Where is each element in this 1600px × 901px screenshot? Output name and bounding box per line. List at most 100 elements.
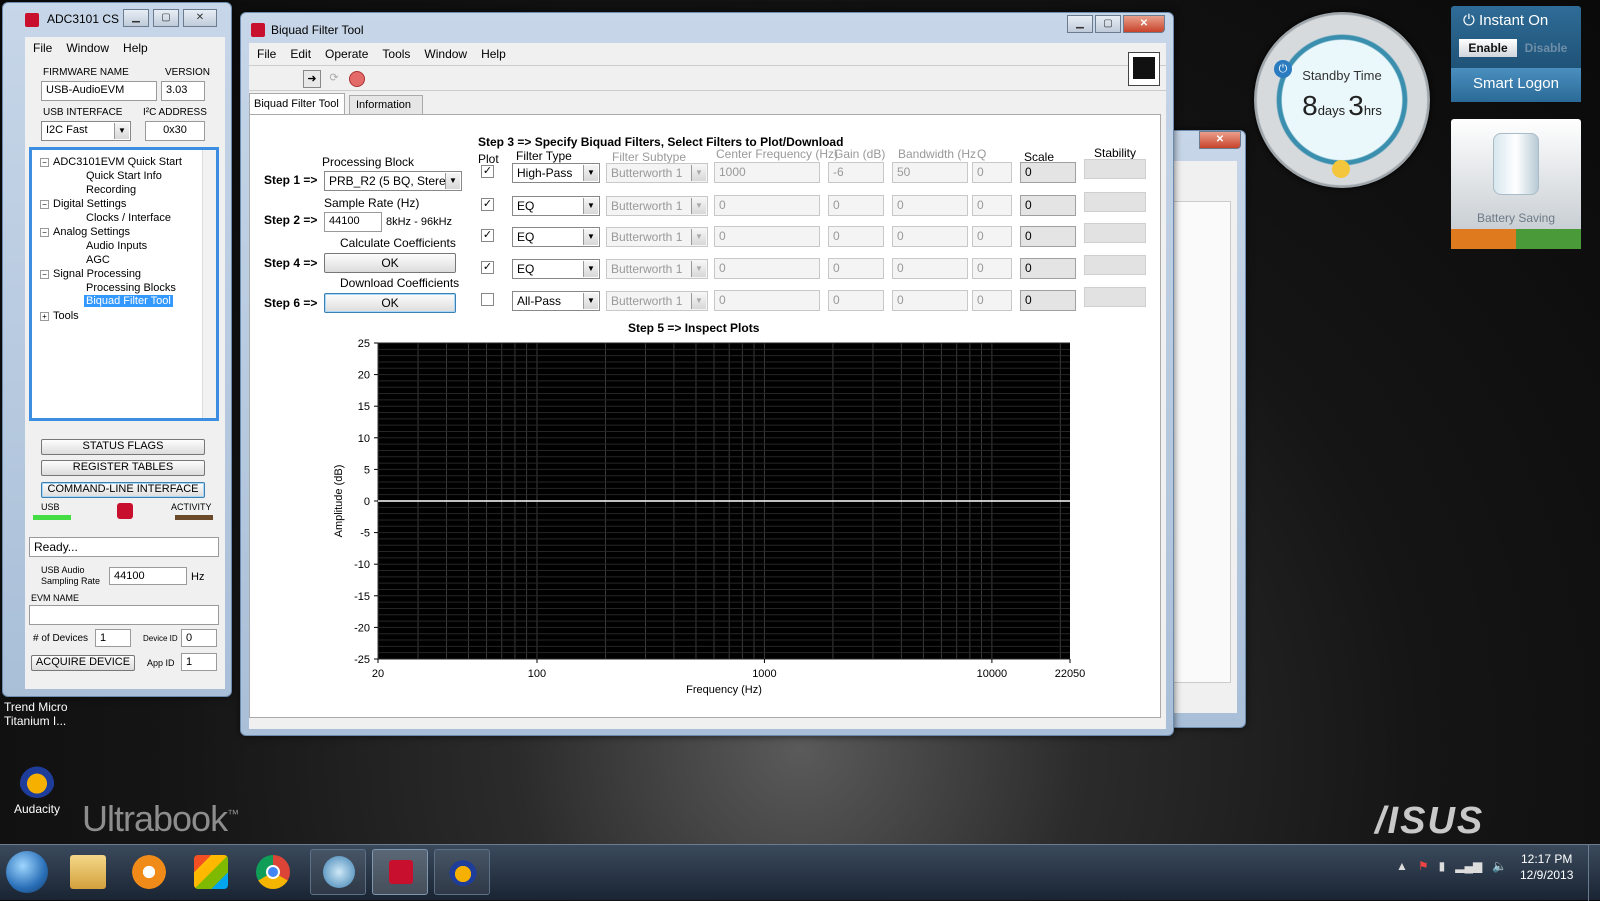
smart-logon-button[interactable]: Smart Logon — [1451, 68, 1581, 102]
desktop-icon-audacity[interactable]: Audacity — [12, 762, 62, 816]
bandwidth-field[interactable]: 0 — [892, 226, 968, 247]
q-field[interactable]: 0 — [972, 195, 1012, 216]
menu-file[interactable]: File — [257, 47, 276, 61]
media-player-taskbar-icon[interactable] — [132, 855, 166, 889]
show-desktop-button[interactable] — [1588, 845, 1600, 901]
filter-type-dropdown[interactable]: High-Pass ▼ — [512, 163, 600, 183]
tree-item-signal-processing[interactable]: − Signal Processing — [40, 268, 141, 280]
tree-scrollbar[interactable] — [202, 150, 216, 418]
tree-item-recording[interactable]: Recording — [86, 184, 136, 196]
minimize-icon[interactable]: ▁ — [1067, 15, 1093, 33]
run-arrow-icon[interactable]: ➜ — [303, 70, 321, 88]
battery-mode-green[interactable] — [1516, 229, 1581, 249]
menu-window[interactable]: Window — [424, 47, 467, 61]
center-frequency-field[interactable]: 0 — [714, 258, 820, 279]
download-ok-button[interactable]: OK — [324, 293, 456, 313]
gain-field[interactable]: 0 — [828, 195, 884, 216]
plot-checkbox[interactable]: ✓ — [481, 198, 494, 211]
filter-subtype-dropdown[interactable]: Butterworth 1 ▼ — [606, 227, 708, 247]
clock[interactable]: 12:17 PM 12/9/2013 — [1520, 851, 1573, 883]
tree-item-biquad-filter-tool[interactable]: Biquad Filter Tool — [84, 295, 173, 307]
menu-operate[interactable]: Operate — [325, 47, 368, 61]
bandwidth-field[interactable]: 0 — [892, 290, 968, 311]
plot-checkbox[interactable] — [481, 293, 494, 306]
register-tables-button[interactable]: REGISTER TABLES — [41, 460, 205, 476]
tree-item-processing-blocks[interactable]: Processing Blocks — [86, 282, 176, 294]
volume-tray-icon[interactable]: 🔈 — [1492, 859, 1507, 873]
center-frequency-field[interactable]: 0 — [714, 226, 820, 247]
disable-button[interactable]: Disable — [1517, 39, 1575, 57]
calculate-ok-button[interactable]: OK — [324, 253, 456, 273]
abort-icon[interactable] — [349, 71, 365, 87]
tree-item-digital-settings[interactable]: − Digital Settings — [40, 198, 126, 210]
tree-item-analog-settings[interactable]: − Analog Settings — [40, 226, 130, 238]
filter-type-dropdown[interactable]: All-Pass ▼ — [512, 291, 600, 311]
evm-name-field[interactable] — [29, 605, 219, 625]
instant-on-taskbar-icon[interactable] — [310, 849, 366, 895]
q-field[interactable]: 0 — [972, 258, 1012, 279]
minimize-icon[interactable]: ▁ — [123, 9, 149, 27]
firmware-field[interactable]: USB-AudioEVM — [41, 81, 157, 101]
filter-type-dropdown[interactable]: EQ ▼ — [512, 196, 600, 216]
tree-item-clocks[interactable]: Clocks / Interface — [86, 212, 171, 224]
acquire-device-button[interactable]: ACQUIRE DEVICE — [31, 655, 135, 671]
device-id-stepper[interactable]: 0 — [181, 629, 217, 647]
ti-taskbar-icon[interactable] — [372, 849, 428, 895]
gain-field[interactable]: -6 — [828, 162, 884, 183]
battery-tray-icon[interactable]: ▮ — [1439, 859, 1446, 873]
devices-field[interactable]: 1 — [95, 629, 131, 647]
app-id-field[interactable]: 1 — [181, 653, 217, 671]
tree-item-quick-start[interactable]: − ADC3101EVM Quick Start — [40, 156, 182, 168]
q-field[interactable]: 0 — [972, 290, 1012, 311]
filter-type-dropdown[interactable]: EQ ▼ — [512, 259, 600, 279]
version-field[interactable]: 3.03 — [161, 81, 205, 101]
processing-block-dropdown[interactable]: PRB_R2 (5 BQ, Stereo) ▼ — [324, 171, 462, 191]
menu-edit[interactable]: Edit — [290, 47, 311, 61]
filter-subtype-dropdown[interactable]: Butterworth 1 ▼ — [606, 163, 708, 183]
menu-tools[interactable]: Tools — [382, 47, 410, 61]
gain-field[interactable]: 0 — [828, 258, 884, 279]
bandwidth-field[interactable]: 50 — [892, 162, 968, 183]
enable-button[interactable]: Enable — [1459, 39, 1517, 57]
action-center-icon[interactable]: ⚑ — [1418, 859, 1429, 873]
plot-checkbox[interactable]: ✓ — [481, 261, 494, 274]
tree-item-audio-inputs[interactable]: Audio Inputs — [86, 240, 147, 252]
explorer-taskbar-icon[interactable] — [70, 855, 106, 889]
run-continuous-icon[interactable]: ⟳ — [325, 70, 343, 88]
audacity-taskbar-icon[interactable] — [434, 849, 490, 895]
center-frequency-field[interactable]: 1000 — [714, 162, 820, 183]
menu-window[interactable]: Window — [66, 41, 109, 55]
q-field[interactable]: 0 — [972, 162, 1012, 183]
menu-file[interactable]: File — [33, 41, 52, 55]
close-icon[interactable]: ✕ — [183, 9, 217, 27]
menu-help[interactable]: Help — [123, 41, 148, 55]
gain-field[interactable]: 0 — [828, 226, 884, 247]
center-frequency-field[interactable]: 0 — [714, 195, 820, 216]
q-field[interactable]: 0 — [972, 226, 1012, 247]
i2c-address-field[interactable]: 0x30 — [145, 121, 205, 141]
tray-expand-icon[interactable]: ▲ — [1396, 859, 1408, 873]
plot-checkbox[interactable]: ✓ — [481, 165, 494, 178]
tree-item-tools[interactable]: + Tools — [40, 310, 79, 322]
start-button[interactable] — [6, 851, 48, 893]
filter-subtype-dropdown[interactable]: Butterworth 1 ▼ — [606, 259, 708, 279]
center-frequency-field[interactable]: 0 — [714, 290, 820, 311]
usb-interface-dropdown[interactable]: I2C Fast ▼ — [41, 121, 131, 141]
bandwidth-field[interactable]: 0 — [892, 258, 968, 279]
tab-information[interactable]: Information — [349, 95, 423, 115]
maximize-icon[interactable]: ▢ — [153, 9, 179, 27]
tree-item-quick-start-info[interactable]: Quick Start Info — [86, 170, 162, 182]
office-taskbar-icon[interactable] — [194, 855, 228, 889]
gain-field[interactable]: 0 — [828, 290, 884, 311]
battery-mode-orange[interactable] — [1451, 229, 1516, 249]
close-icon[interactable]: ✕ — [1199, 131, 1241, 149]
sampling-rate-field[interactable]: 44100 — [109, 567, 187, 585]
desktop-icon-trend-micro[interactable]: Trend Micro Titanium I... — [4, 700, 68, 728]
tab-biquad-filter-tool[interactable]: Biquad Filter Tool — [249, 93, 345, 115]
close-icon[interactable]: ✕ — [1123, 15, 1165, 33]
filter-type-dropdown[interactable]: EQ ▼ — [512, 227, 600, 247]
tree-item-agc[interactable]: AGC — [86, 254, 110, 266]
menu-help[interactable]: Help — [481, 47, 506, 61]
sample-rate-field[interactable]: 44100 — [324, 212, 382, 232]
chrome-taskbar-icon[interactable] — [256, 855, 290, 889]
